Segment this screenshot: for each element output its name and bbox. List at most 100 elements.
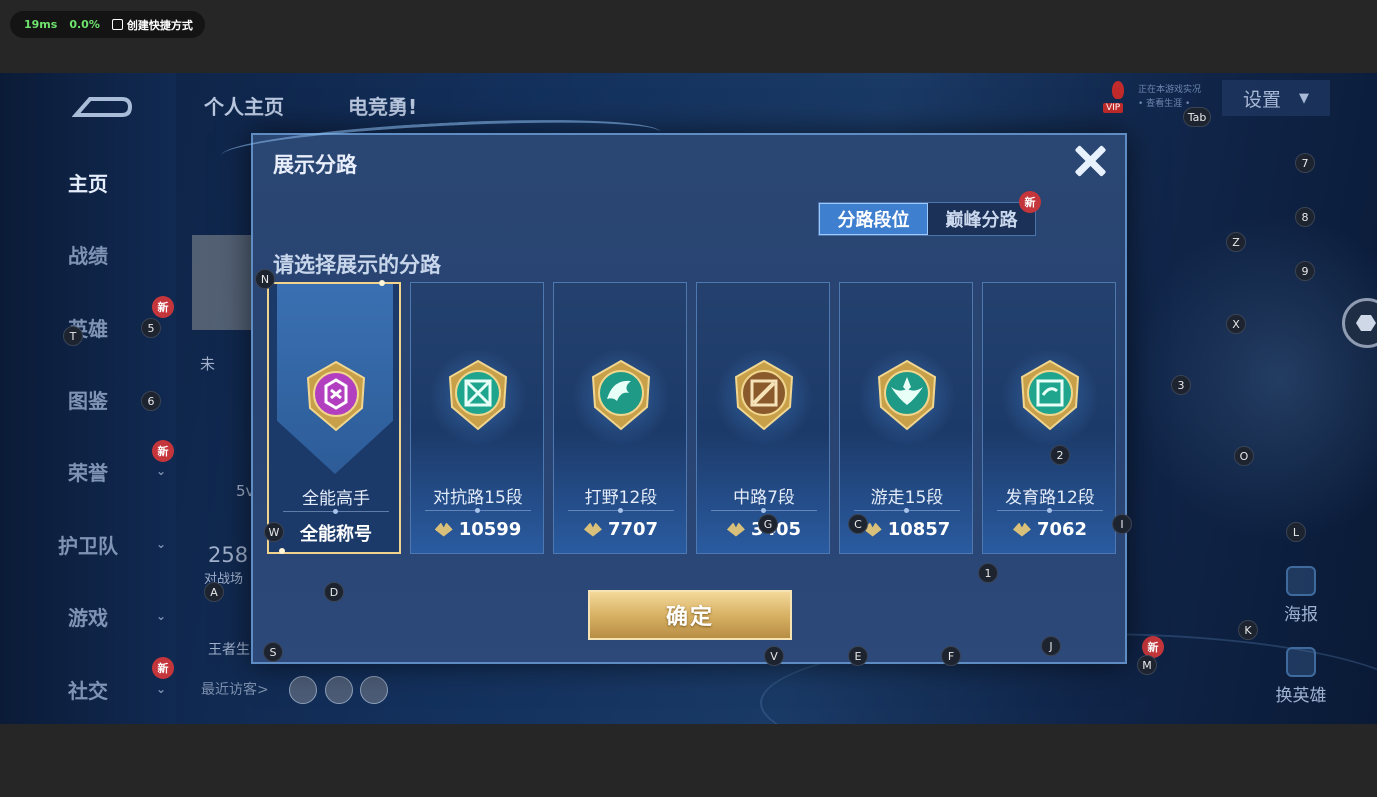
lane-value-text: 7062 [1036,519,1088,540]
selection-corner [379,280,385,286]
shortcut-icon [111,19,123,30]
sidebar-item-label: 社交 [68,678,108,703]
poster-label: 海报 [1284,605,1318,625]
key-hint: Z [1226,232,1246,252]
dialog-title: 展示分路 [273,153,357,177]
background-king-label: 王者生 [208,642,250,658]
hero-artwork [1130,213,1377,543]
key-hint: M [1137,655,1157,675]
tab-peak-lane[interactable]: 巅峰分路 新 [928,191,1041,235]
tab-esports[interactable]: 电竞勇! [348,91,417,120]
change-hero-icon [1286,647,1316,677]
new-badge: 新 [152,440,174,462]
lane-points: 7707 [554,519,688,540]
packet-loss-readout: 0.0% [69,18,100,31]
avatar[interactable] [289,676,317,704]
back-arrow-icon[interactable] [72,91,132,121]
key-hint: 1 [978,563,998,583]
lane-card-clash[interactable]: 对抗路15段 10599 [410,282,544,554]
lane-points: 7062 [983,519,1117,540]
lane-value-text: 10599 [458,519,522,540]
key-hint: K [1238,620,1258,640]
key-hint: V [764,646,784,666]
settings-label: 设置 [1242,88,1281,111]
settings-dropdown[interactable]: 设置 ▼ [1222,80,1330,116]
tab-profile[interactable]: 个人主页 [204,91,284,120]
key-hint: C [848,514,868,534]
key-hint: T [63,326,83,346]
selection-corner [279,548,285,554]
window-bottom-bar [0,724,1377,797]
sidebar-item-guard[interactable]: 护卫队 ⌄ [0,519,176,569]
key-hint: 9 [1295,261,1315,281]
key-hint: 6 [141,391,161,411]
lane-value-text: 7707 [607,519,659,540]
sidebar-item-social[interactable]: 社交 ⌄ [0,664,176,714]
sidebar-item-label: 图鉴 [68,388,108,413]
lane-name: 发育路12段 [1005,488,1095,508]
key-hint: Tab [1183,107,1211,127]
key-hint: X [1226,314,1246,334]
sidebar-item-records[interactable]: 战绩 [0,229,176,279]
roam-badge-icon [877,359,937,431]
key-hint: S [263,642,283,662]
lane-card-mid[interactable]: 中路7段 3405 [696,282,830,554]
chevron-down-icon: ⌄ [155,609,166,623]
key-hint: 3 [1171,375,1191,395]
lane-list: 全能高手 全能称号 对抗路15段 10599 打野12段 7707 中路7段 游… [267,280,1117,554]
farm-lane-badge-icon [1020,359,1080,431]
lane-name: 中路7段 [733,488,795,508]
key-hint: 8 [1295,207,1315,227]
chevron-down-icon: ⌄ [155,537,166,551]
vip-badge[interactable]: VIP [1103,81,1133,115]
lane-points: 10599 [411,519,545,540]
sidebar-item-games[interactable]: 游戏 ⌄ [0,591,176,641]
points-icon [434,522,453,537]
key-hint: L [1286,522,1306,542]
lane-card-jungle[interactable]: 打野12段 7707 [553,282,687,554]
live-status-line: 正在本游戏实况 [1138,85,1202,95]
sidebar-item-label: 荣誉 [68,460,108,485]
select-prompt: 请选择展示的分路 [273,253,441,277]
sidebar-item-home[interactable]: 主页 [0,157,176,207]
key-hint: N [255,269,275,289]
avatar[interactable] [325,676,353,704]
new-badge: 新 [152,296,174,318]
recent-visitors-link[interactable]: 最近访客> [201,679,269,699]
lane-name: 对抗路15段 [433,488,523,508]
lane-divider [854,508,960,513]
lane-value-text: 10857 [887,519,951,540]
points-icon [1012,522,1031,537]
lane-card-farm[interactable]: 发育路12段 7062 [982,282,1116,554]
omni-badge-icon [306,360,366,432]
change-hero-button[interactable]: 换英雄 [1271,647,1331,706]
chevron-down-icon: ⌄ [155,464,166,478]
background-profile-card [192,235,260,330]
avatar[interactable] [360,676,388,704]
key-hint: J [1041,636,1061,656]
key-hint: 7 [1295,153,1315,173]
sidebar-item-honor[interactable]: 荣誉 ⌄ [0,446,176,496]
create-shortcut-button[interactable]: 创建快捷方式 [111,17,193,33]
create-shortcut-label: 创建快捷方式 [126,18,193,32]
lane-value-text: 全能称号 [300,524,372,545]
key-hint: G [758,514,778,534]
clash-lane-badge-icon [448,359,508,431]
new-badge: 新 [1019,191,1041,213]
key-hint: W [264,522,284,542]
lane-divider [568,508,674,513]
tab-lane-rank[interactable]: 分路段位 [819,203,928,235]
lane-name: 全能高手 [302,489,370,509]
lane-card-omni[interactable]: 全能高手 全能称号 [267,280,401,554]
key-hint: F [941,646,961,666]
key-hint: O [1234,446,1254,466]
lane-divider [283,509,389,514]
close-icon[interactable] [1070,141,1110,181]
perf-overlay: 19ms 0.0% 创建快捷方式 [10,11,205,38]
confirm-button[interactable]: 确定 [588,590,792,640]
latency-readout: 19ms [24,18,58,31]
poster-button[interactable]: 海报 [1271,566,1331,625]
points-icon [583,522,602,537]
key-hint: D [324,582,344,602]
poster-icon [1286,566,1316,596]
